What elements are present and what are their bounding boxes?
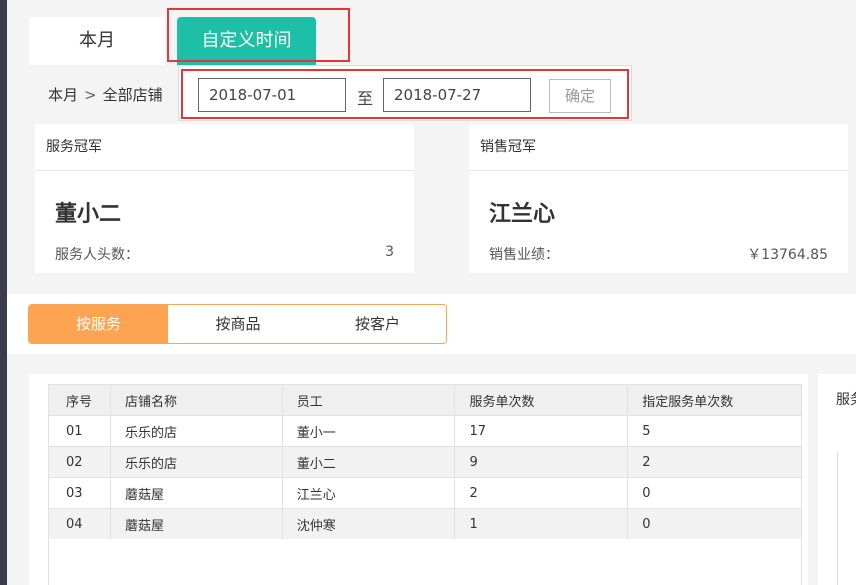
cell-index: 01 (48, 415, 111, 447)
segment-by-product[interactable]: 按商品 (168, 305, 308, 343)
cell-assigned-count: 0 (627, 508, 802, 540)
breadcrumb-separator: > (84, 86, 97, 104)
cell-assigned-count: 5 (627, 415, 802, 447)
champion-name: 江兰心 (489, 202, 556, 227)
metric-value: ￥13764.85 (747, 247, 828, 263)
cell-service-count: 2 (454, 477, 629, 509)
metric-value: 3 (385, 244, 394, 260)
champion-name: 董小二 (55, 202, 122, 227)
right-panel-title: 服务 (836, 392, 856, 408)
breadcrumb: 本月 > 全部店铺 (48, 84, 163, 105)
ranking-segmented-control: 按服务 按商品 按客户 (28, 304, 447, 344)
card-title: 服务冠军 (35, 124, 414, 171)
tab-this-month[interactable]: 本月 (29, 17, 165, 65)
cell-index: 03 (48, 477, 111, 509)
sales-champion-card: 销售冠军 江兰心 销售业绩： ￥13764.85 (469, 124, 848, 273)
cell-service-count: 9 (454, 446, 629, 478)
table-row: 02 乐乐的店 董小二 9 2 (48, 446, 802, 478)
metric-label: 销售业绩： (489, 247, 559, 263)
cell-store: 乐乐的店 (109, 415, 283, 447)
cell-index: 02 (48, 446, 111, 478)
table-row: 03 蘑菇屋 江兰心 2 0 (48, 477, 802, 509)
metric-label: 服务人头数： (55, 247, 139, 263)
table-row: 04 蘑菇屋 沈仲寒 1 0 (48, 508, 802, 540)
col-staff-header: 员工 (281, 384, 456, 416)
sidebar-edge (0, 0, 7, 585)
cell-service-count: 1 (454, 508, 629, 540)
table-empty-area (48, 539, 802, 585)
cell-assigned-count: 0 (627, 477, 802, 509)
service-champion-card: 服务冠军 董小二 服务人头数： 3 (35, 124, 414, 273)
cell-index: 04 (48, 508, 111, 540)
segment-by-service[interactable]: 按服务 (29, 305, 168, 343)
col-assigned-count-header: 指定服务单次数 (627, 384, 802, 416)
highlight-box-date (181, 69, 629, 119)
cell-store: 蘑菇屋 (109, 477, 283, 509)
table-header-row: 序号 店铺名称 员工 服务单次数 指定服务单次数 (48, 384, 802, 416)
cell-store: 蘑菇屋 (109, 508, 283, 540)
col-store-header: 店铺名称 (109, 384, 283, 416)
cell-store: 乐乐的店 (109, 446, 283, 478)
segment-by-customer[interactable]: 按客户 (308, 305, 446, 343)
cell-staff: 江兰心 (281, 477, 456, 509)
breadcrumb-scope[interactable]: 全部店铺 (103, 86, 163, 104)
cell-staff: 董小二 (281, 446, 456, 478)
cell-staff: 沈仲寒 (281, 508, 456, 540)
breadcrumb-period[interactable]: 本月 (48, 86, 78, 104)
col-index-header: 序号 (48, 384, 111, 416)
right-panel-divider (837, 452, 838, 585)
cell-staff: 董小一 (281, 415, 456, 447)
staff-service-table: 序号 店铺名称 员工 服务单次数 指定服务单次数 01 乐乐的店 董小一 17 … (48, 384, 802, 540)
highlight-box-tab (167, 8, 350, 62)
col-service-count-header: 服务单次数 (454, 384, 629, 416)
card-title: 销售冠军 (469, 124, 848, 171)
table-row: 01 乐乐的店 董小一 17 5 (48, 415, 802, 447)
cell-service-count: 17 (454, 415, 629, 447)
cell-assigned-count: 2 (627, 446, 802, 478)
